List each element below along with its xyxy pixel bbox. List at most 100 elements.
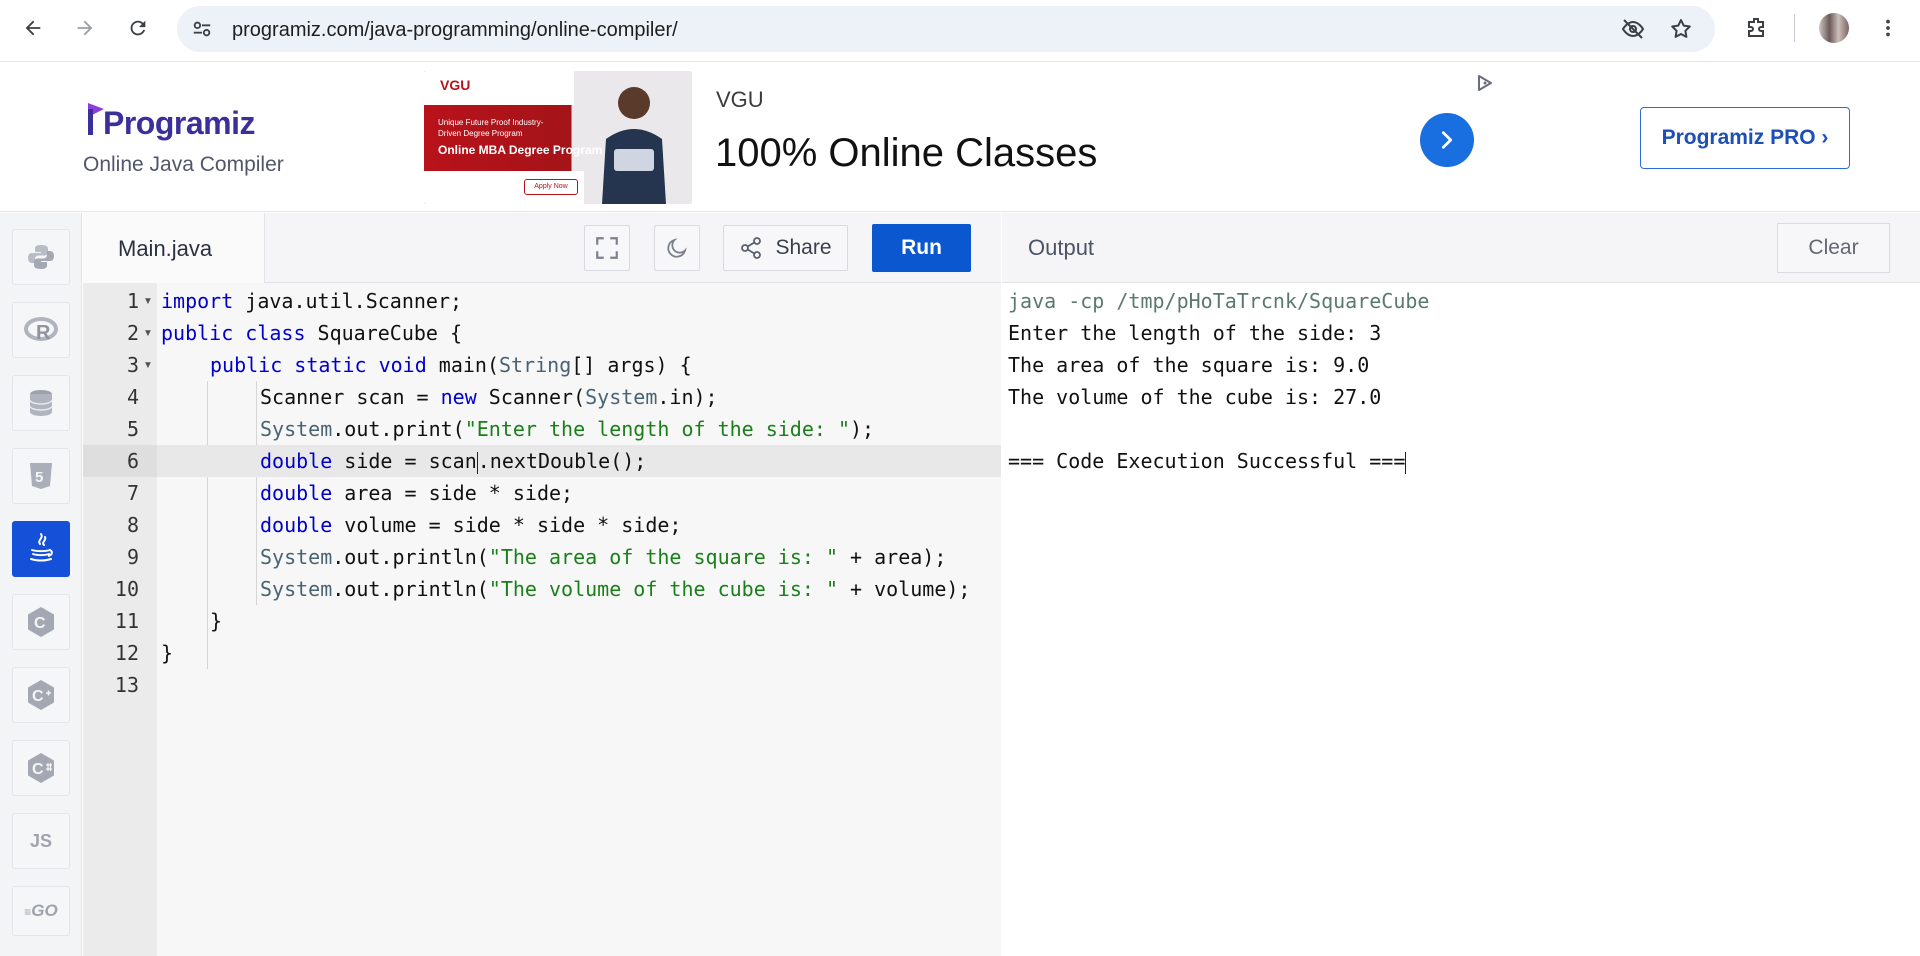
go-label: GO: [31, 901, 58, 920]
output-line[interactable]: The area of the square is: 9.0: [1008, 349, 1369, 381]
back-button[interactable]: [17, 12, 49, 44]
cpp-language-icon: C: [28, 680, 54, 710]
extensions-button[interactable]: [1740, 12, 1772, 44]
svg-text:5: 5: [35, 469, 43, 486]
code-token: import: [161, 289, 234, 313]
line-number: 5: [126, 417, 139, 441]
code-token: .out.println(: [332, 545, 489, 569]
language-go-button[interactable]: ≡GO: [12, 886, 70, 936]
output-cursor: [1405, 451, 1407, 474]
code-token: String: [499, 353, 572, 377]
code-text-area[interactable]: import java.util.Scanner; public class S…: [157, 283, 1001, 956]
eye-off-icon[interactable]: [1621, 17, 1645, 41]
language-python-button[interactable]: [12, 229, 70, 285]
output-line[interactable]: Enter the length of the side: 3: [1008, 317, 1381, 349]
code-line[interactable]: import java.util.Scanner;: [157, 285, 1001, 317]
active-code-line[interactable]: double side = scan.nextDouble();: [157, 445, 1001, 477]
code-token: new: [428, 385, 477, 409]
ad-sponsor[interactable]: VGU: [716, 87, 764, 113]
code-token: volume: [332, 513, 429, 537]
puzzle-icon: [1748, 18, 1764, 37]
cpp-glyph: C: [32, 688, 44, 705]
code-token: [] args) {: [571, 353, 692, 377]
ad-banner-image[interactable]: VGU Unique Future Proof Industry-Driven …: [424, 71, 692, 204]
code-line[interactable]: double area = side * side;: [157, 477, 1001, 509]
browser-toolbar: programiz.com/java-programming/online-co…: [0, 0, 1920, 62]
code-line[interactable]: public class SquareCube {: [157, 317, 1001, 349]
ad-person-image: [602, 87, 666, 204]
site-settings-icon[interactable]: [191, 18, 213, 40]
code-line[interactable]: System.out.println("The volume of the cu…: [157, 573, 1001, 605]
code-line[interactable]: double volume = side * side * side;: [157, 509, 1001, 541]
programiz-pro-button[interactable]: Programiz PRO ›: [1640, 107, 1850, 169]
forward-button[interactable]: [69, 12, 101, 44]
chevron-right-icon: [1441, 131, 1453, 149]
language-js-button[interactable]: JS: [12, 813, 70, 869]
fold-arrow-icon[interactable]: ▼: [143, 360, 153, 371]
language-cpp-button[interactable]: C: [12, 667, 70, 723]
code-token: public: [210, 353, 283, 377]
run-button[interactable]: Run: [872, 224, 971, 272]
output-line[interactable]: The volume of the cube is: 27.0: [1008, 381, 1381, 413]
code-token: .nextDouble();: [477, 449, 647, 473]
code-token: side;: [609, 513, 682, 537]
code-token: double: [260, 513, 333, 537]
address-bar[interactable]: programiz.com/java-programming/online-co…: [177, 6, 1715, 52]
language-c-button[interactable]: C: [12, 594, 70, 650]
file-tab-main[interactable]: Main.java: [83, 213, 265, 284]
code-token: +: [838, 545, 863, 569]
execution-status: === Code Execution Successful ===: [1008, 449, 1406, 473]
logo-text[interactable]: Programiz: [103, 105, 255, 142]
language-sql-button[interactable]: [12, 375, 70, 431]
avatar: [1819, 13, 1849, 43]
clear-button[interactable]: Clear: [1777, 223, 1890, 273]
share-button[interactable]: Share: [723, 225, 848, 271]
code-token: "The area of the square is: ": [488, 545, 838, 569]
code-token: =: [404, 449, 417, 473]
browser-menu-button[interactable]: [1872, 12, 1904, 44]
url-text[interactable]: programiz.com/java-programming/online-co…: [232, 19, 678, 42]
language-html-button[interactable]: 5: [12, 448, 70, 504]
code-token: double: [260, 449, 333, 473]
code-token: .out.println(: [332, 577, 489, 601]
line-number: 7: [126, 481, 139, 505]
code-token: area: [332, 481, 405, 505]
code-line[interactable]: System.out.println("The area of the squa…: [157, 541, 1001, 573]
reload-button[interactable]: [122, 12, 154, 44]
html5-icon: 5: [30, 463, 52, 489]
line-number-gutter: 1 ▼ 2 ▼ 3 ▼ 4 5 6 7 8 9 10 11 12 13: [83, 283, 157, 956]
code-line[interactable]: }: [157, 637, 1001, 669]
line-number: 8: [126, 513, 139, 537]
ad-headline[interactable]: 100% Online Classes: [715, 131, 1097, 176]
code-token: }: [161, 641, 174, 665]
ad-next-button[interactable]: [1420, 113, 1474, 167]
output-command-line[interactable]: java -cp /tmp/pHoTaTrcnk/SquareCube: [1008, 285, 1429, 317]
line-number: 9: [126, 545, 139, 569]
fold-arrow-icon[interactable]: ▼: [143, 328, 153, 339]
code-line[interactable]: public static void main(String[] args) {: [157, 349, 1001, 381]
code-token: }: [210, 609, 223, 633]
theme-toggle-button[interactable]: [654, 225, 700, 271]
fold-arrow-icon[interactable]: ▼: [143, 296, 153, 307]
language-java-button[interactable]: [12, 521, 70, 577]
language-csharp-button[interactable]: C: [12, 740, 70, 796]
code-line[interactable]: }: [157, 605, 1001, 637]
bookmark-star-icon[interactable]: [1669, 17, 1693, 41]
language-r-button[interactable]: R: [12, 302, 70, 358]
code-token: static: [282, 353, 367, 377]
ad-choices-icon[interactable]: [1475, 73, 1495, 93]
forward-arrow-icon: [77, 20, 93, 36]
output-status-line[interactable]: === Code Execution Successful ===: [1008, 445, 1407, 477]
code-token: side: [524, 513, 598, 537]
expand-icon: [596, 237, 618, 259]
share-label: Share: [775, 236, 832, 259]
csharp-glyph: C: [32, 761, 44, 778]
code-token: side;: [500, 481, 574, 505]
code-line[interactable]: System.out.print("Enter the length of th…: [157, 413, 1001, 445]
code-line[interactable]: Scanner scan = new Scanner(System.in);: [157, 381, 1001, 413]
profile-button[interactable]: [1818, 12, 1850, 44]
code-token: "The volume of the cube is: ": [488, 577, 838, 601]
ad-apply-button: Apply Now: [524, 179, 578, 195]
c-language-icon: C: [28, 607, 54, 637]
fullscreen-button[interactable]: [584, 225, 630, 271]
